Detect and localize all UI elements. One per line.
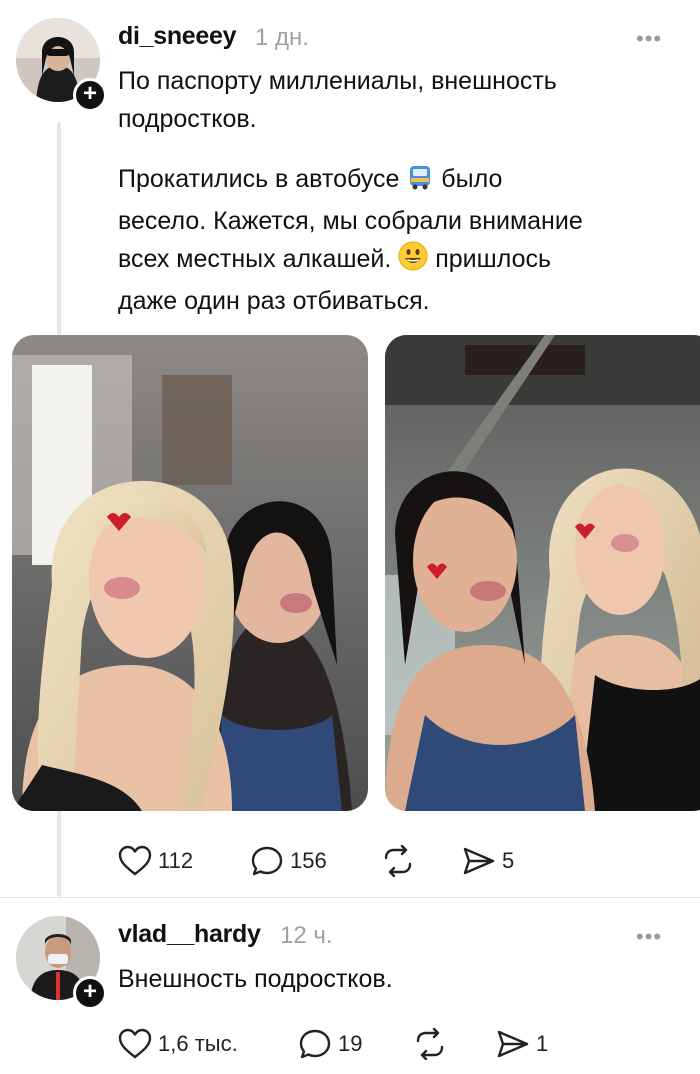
text-part: было	[441, 165, 503, 193]
more-options-icon[interactable]: •••	[636, 924, 662, 950]
bus-icon	[406, 163, 434, 202]
text-part: пришлось	[435, 245, 551, 273]
share-count: 1	[536, 1031, 549, 1056]
repost-button[interactable]	[380, 845, 416, 877]
comment-button[interactable]: 19	[298, 1028, 362, 1060]
like-count: 112	[158, 848, 194, 873]
post-photo-left[interactable]	[12, 335, 368, 811]
username[interactable]: vlad__hardy	[118, 920, 261, 949]
follow-plus-icon[interactable]: +	[73, 78, 107, 112]
share-button[interactable]: 1	[496, 1028, 548, 1060]
comment-count: 19	[338, 1031, 363, 1056]
post-text: Внешность подростков.	[118, 965, 393, 993]
like-button[interactable]: 1,6 тыс.	[118, 1028, 238, 1060]
like-count: 1,6 тыс.	[158, 1031, 238, 1056]
post-vlad-hardy: + vlad__hardy 12 ч. ••• Внешность подрос…	[0, 898, 700, 1074]
line-2: весело. Кажется, мы собрали внимание	[118, 207, 583, 235]
follow-plus-icon[interactable]: +	[73, 976, 107, 1010]
send-icon	[497, 1030, 529, 1058]
post-text-paragraph-2: Прокатились в автобусе было весело. Каже…	[118, 160, 688, 320]
text-part: всех местных алкашей.	[118, 245, 392, 273]
share-count: 5	[502, 848, 515, 873]
line-3: всех местных алкашей. пришлось	[118, 240, 688, 282]
grinning-face-icon	[398, 241, 428, 282]
comment-count: 156	[290, 848, 327, 873]
post-di-sneeey: + di_sneeey 1 дн. ••• По паспорту миллен…	[0, 0, 700, 900]
post-photo-right[interactable]	[385, 335, 700, 811]
line-4: даже один раз отбиваться.	[118, 287, 430, 315]
like-button[interactable]: 112	[118, 845, 193, 877]
send-icon	[463, 847, 495, 875]
text-part: Прокатились в автобусе	[118, 165, 400, 193]
heart-icon	[118, 1028, 152, 1059]
heart-icon	[118, 845, 152, 876]
comment-bubble-icon	[251, 846, 283, 876]
post-time: 1 дн.	[255, 24, 309, 51]
line-1: Прокатились в автобусе было	[118, 160, 688, 202]
username[interactable]: di_sneeey	[118, 22, 237, 51]
post-text-1: По паспорту миллениалы, внешность подрос…	[118, 67, 557, 133]
post-time: 12 ч.	[280, 922, 333, 949]
more-options-icon[interactable]: •••	[636, 26, 662, 52]
repost-icon	[416, 1028, 444, 1060]
repost-button[interactable]	[412, 1028, 448, 1060]
post-text-paragraph-1: По паспорту миллениалы, внешность подрос…	[118, 62, 678, 138]
comment-bubble-icon	[299, 1029, 331, 1059]
share-button[interactable]: 5	[462, 845, 514, 877]
comment-button[interactable]: 156	[250, 845, 327, 877]
repost-icon	[384, 845, 412, 877]
